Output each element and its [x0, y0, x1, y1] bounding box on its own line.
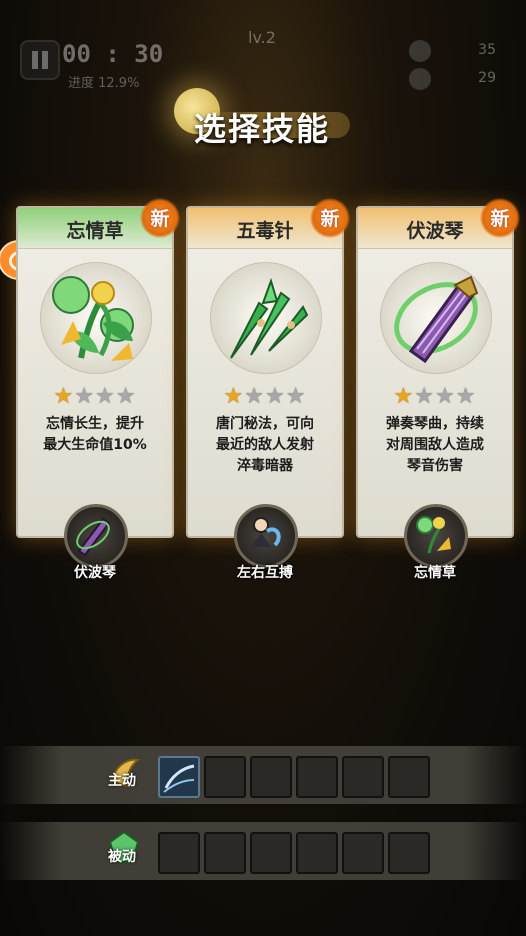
star-filled-icon: ★ — [223, 384, 245, 409]
star-filled-icon: ★ — [53, 384, 75, 409]
star-empty-icon: ★ — [265, 384, 286, 409]
fighter-icon — [234, 504, 298, 568]
combo-label: 左右互搏 — [237, 565, 293, 581]
kill-icon — [409, 68, 431, 90]
star-rating: ★★★★ — [358, 384, 512, 409]
star-empty-icon: ★ — [455, 384, 477, 409]
empty-skill-slot[interactable] — [250, 756, 292, 798]
empty-skill-slot[interactable] — [296, 756, 338, 798]
kill-count: 29 — [478, 70, 496, 86]
title-banner: 选择技能 — [170, 86, 360, 156]
timer: 00 : 30 — [62, 40, 164, 68]
active-label: 主动 — [108, 773, 136, 789]
skill-card-2[interactable]: 五毒针 新 ★★★★ 唐门秘法，可向 最近的敌人发射 淬毒暗器 — [186, 198, 350, 538]
star-empty-icon: ★ — [414, 384, 435, 409]
passive-skill-bar: 被动 — [0, 822, 526, 880]
empty-skill-slot[interactable] — [342, 756, 384, 798]
active-skill-bar: 主动 — [0, 746, 526, 804]
empty-skill-slot[interactable] — [158, 832, 200, 874]
star-filled-icon: ★ — [393, 384, 415, 409]
combo-label: 忘情草 — [414, 565, 456, 581]
star-empty-icon: ★ — [115, 384, 137, 409]
combo-label: 伏波琴 — [74, 565, 116, 581]
empty-skill-slot[interactable] — [250, 832, 292, 874]
page-title: 选择技能 — [194, 110, 331, 148]
pause-button[interactable] — [20, 40, 60, 80]
star-empty-icon: ★ — [435, 384, 456, 409]
empty-skill-slot[interactable] — [388, 756, 430, 798]
progress-text: 进度 12.9% — [68, 76, 140, 91]
level-label: lv.2 — [248, 28, 276, 47]
passive-label: 被动 — [108, 849, 136, 865]
empty-skill-slot[interactable] — [204, 832, 246, 874]
empty-skill-slot[interactable] — [296, 832, 338, 874]
card-description: 唐门秘法，可向 最近的敌人发射 淬毒暗器 — [216, 416, 314, 474]
card-description: 弹奏琴曲，持续 对周围敌人造成 琴音伤害 — [386, 416, 484, 474]
star-empty-icon: ★ — [285, 384, 307, 409]
star-empty-icon: ★ — [74, 384, 95, 409]
empty-skill-slot[interactable] — [204, 756, 246, 798]
star-rating: ★★★★ — [188, 384, 342, 409]
skill-card-3[interactable]: 伏波琴 新 ★★★★ 弹奏琴曲，持续 对周围敌人造成 琴音伤害 — [356, 198, 520, 538]
coin-icon — [409, 40, 431, 62]
top-hud: 00 : 30 进度 12.9% lv.2 35 29 — [0, 0, 526, 100]
herb-icon — [40, 262, 152, 374]
sword-slash-icon[interactable] — [158, 756, 200, 798]
star-empty-icon: ★ — [95, 384, 116, 409]
needles-icon — [210, 262, 322, 374]
star-rating: ★★★★ — [18, 384, 172, 409]
zither-icon — [64, 504, 128, 568]
empty-skill-slot[interactable] — [388, 832, 430, 874]
skill-card-1[interactable]: 忘情草 新 ★★★★ 忘情长生，提升 最大生命值10% — [16, 198, 180, 538]
new-badge: 新 — [480, 198, 520, 238]
card-description: 忘情长生，提升 最大生命值10% — [43, 416, 147, 453]
zither-icon — [380, 262, 492, 374]
new-badge: 新 — [140, 198, 180, 238]
coin-count: 35 — [478, 42, 496, 58]
empty-skill-slot[interactable] — [342, 832, 384, 874]
star-empty-icon: ★ — [244, 384, 265, 409]
new-badge: 新 — [310, 198, 350, 238]
herb-icon — [404, 504, 468, 568]
